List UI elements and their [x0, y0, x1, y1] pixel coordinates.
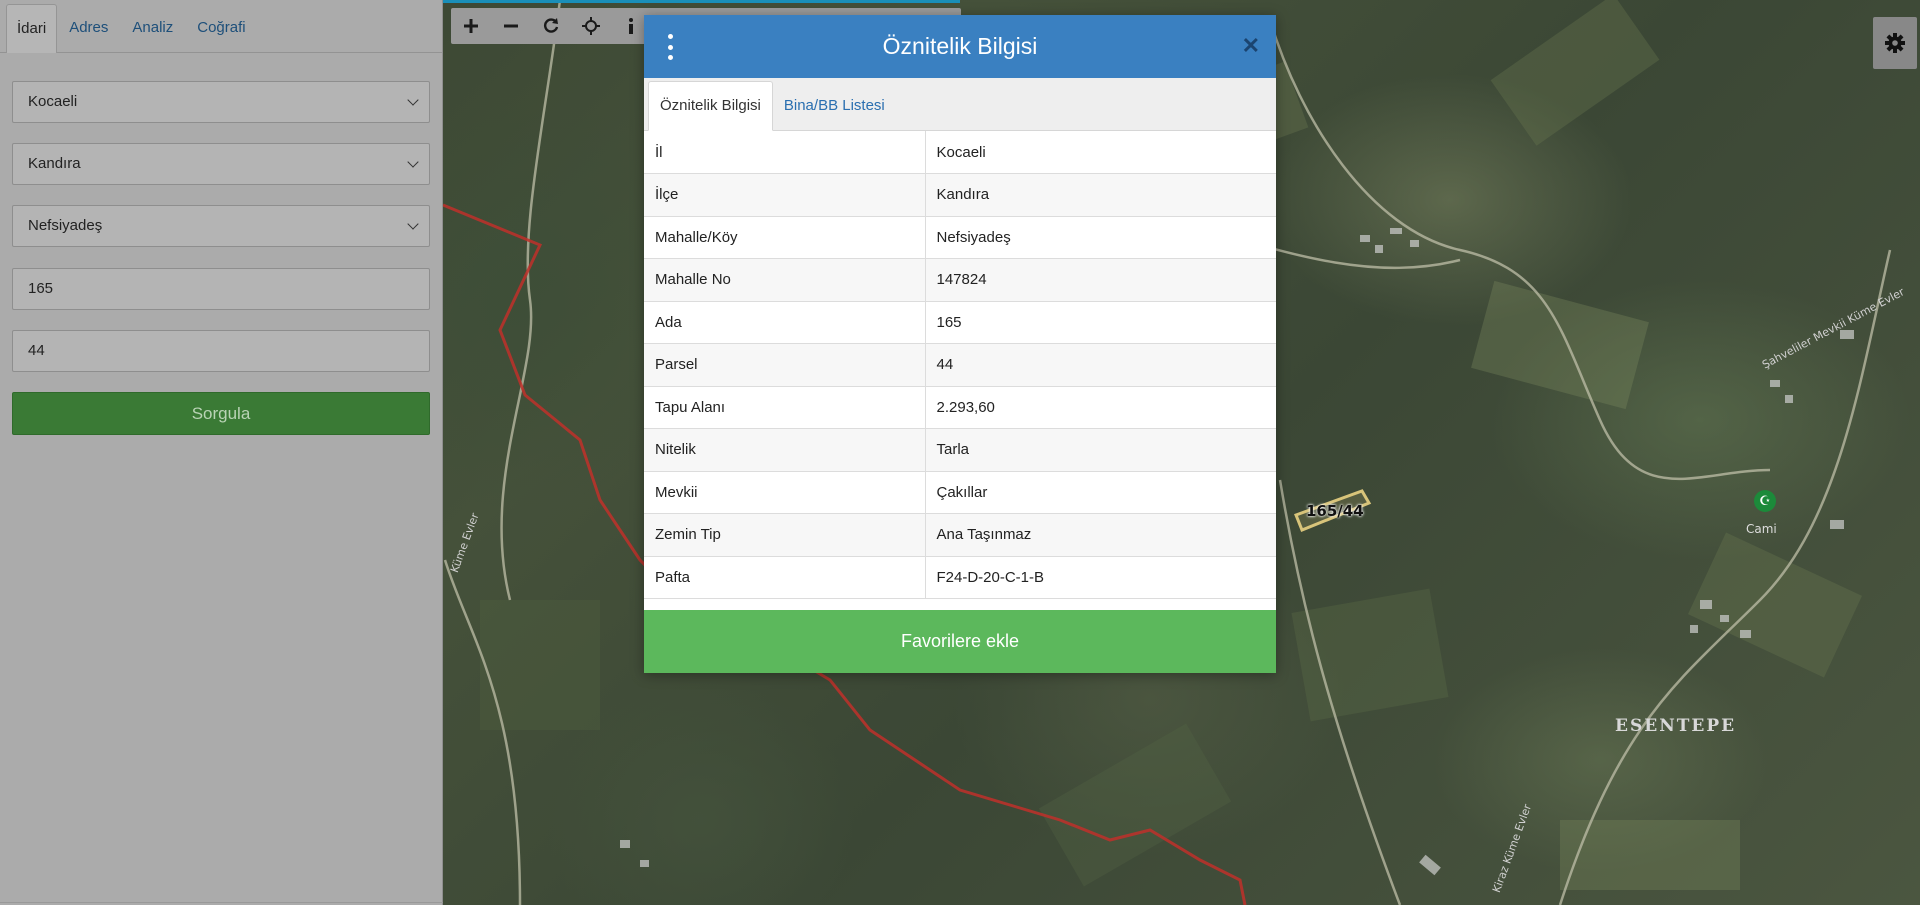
parcel-number-input[interactable]: 44: [12, 330, 430, 372]
attribute-key: İl: [644, 131, 926, 174]
attribute-value: Tarla: [925, 428, 1276, 472]
mosque-map-label: Cami: [1746, 522, 1777, 536]
tab-analiz[interactable]: Analiz: [120, 4, 185, 52]
refresh-button[interactable]: [531, 8, 571, 44]
attribute-value: Nefsiyadeş: [925, 216, 1276, 259]
tab-idari[interactable]: İdari: [6, 4, 58, 53]
close-icon[interactable]: ✕: [1242, 33, 1260, 59]
table-row: Tapu Alanı 2.293,60: [644, 386, 1276, 429]
panel-divider: [0, 902, 443, 903]
attribute-value: 147824: [925, 258, 1276, 302]
plus-icon: [464, 19, 478, 33]
tab-adres[interactable]: Adres: [57, 4, 120, 52]
attribute-info-modal: Öznitelik Bilgisi ✕ Öznitelik Bilgisi Bi…: [644, 15, 1276, 673]
attribute-value: Kocaeli: [925, 131, 1276, 174]
minus-icon: [504, 24, 518, 28]
tab-cografi[interactable]: Coğrafi: [185, 4, 257, 52]
block-number-value: 165: [28, 280, 54, 297]
table-row: Mahalle/Köy Nefsiyadeş: [644, 216, 1276, 259]
province-select-value: Kocaeli: [28, 93, 78, 110]
attribute-value: 165: [925, 301, 1276, 344]
table-row: İl Kocaeli: [644, 131, 1276, 174]
province-select[interactable]: Kocaeli: [12, 81, 430, 123]
attribute-key: Tapu Alanı: [644, 386, 926, 429]
attribute-key: Mevkii: [644, 471, 926, 514]
attribute-key: Ada: [644, 301, 926, 344]
parcel-number-value: 44: [28, 342, 45, 359]
parcel-map-label: 165/44: [1306, 502, 1364, 520]
table-row: Pafta F24-D-20-C-1-B: [644, 556, 1276, 599]
attribute-table: İl Kocaeli İlçe Kandıra Mahalle/Köy Nefs…: [644, 131, 1276, 599]
info-icon: [629, 18, 633, 34]
block-number-input[interactable]: 165: [12, 268, 430, 310]
attribute-key: Pafta: [644, 556, 926, 599]
gear-icon: [1885, 33, 1905, 53]
modal-tabs: Öznitelik Bilgisi Bina/BB Listesi: [644, 78, 1276, 131]
attribute-value: Çakıllar: [925, 471, 1276, 514]
settings-button[interactable]: [1873, 17, 1917, 69]
attribute-key: Zemin Tip: [644, 513, 926, 557]
query-button[interactable]: Sorgula: [12, 392, 430, 435]
attribute-value: Kandıra: [925, 173, 1276, 217]
attribute-key: İlçe: [644, 173, 926, 217]
table-row: Ada 165: [644, 301, 1276, 344]
table-row: Zemin Tip Ana Taşınmaz: [644, 513, 1276, 557]
add-to-favorites-button[interactable]: Favorilere ekle: [644, 610, 1276, 673]
modal-header: Öznitelik Bilgisi ✕: [644, 15, 1276, 78]
attribute-key: Parsel: [644, 343, 926, 387]
district-select[interactable]: Kandıra: [12, 143, 430, 185]
neighborhood-select-value: Nefsiyadeş: [28, 217, 103, 234]
table-row: Nitelik Tarla: [644, 428, 1276, 472]
neighborhood-select[interactable]: Nefsiyadeş: [12, 205, 430, 247]
attribute-value: 44: [925, 343, 1276, 387]
attribute-value: Ana Taşınmaz: [925, 513, 1276, 557]
query-side-panel: İdari Adres Analiz Coğrafi Kocaeli Kandı…: [0, 0, 443, 905]
tab-attribute-info[interactable]: Öznitelik Bilgisi: [648, 81, 773, 131]
attribute-key: Mahalle/Köy: [644, 216, 926, 259]
table-row: İlçe Kandıra: [644, 173, 1276, 217]
district-select-value: Kandıra: [28, 155, 81, 172]
attribute-value: 2.293,60: [925, 386, 1276, 429]
tab-building-list[interactable]: Bina/BB Listesi: [773, 82, 896, 130]
mosque-icon: ☪: [1754, 490, 1776, 512]
table-row: Mahalle No 147824: [644, 258, 1276, 302]
attribute-value: F24-D-20-C-1-B: [925, 556, 1276, 599]
query-tabs: İdari Adres Analiz Coğrafi: [0, 0, 442, 53]
attribute-key: Nitelik: [644, 428, 926, 472]
attribute-key: Mahalle No: [644, 258, 926, 302]
zoom-in-button[interactable]: [451, 8, 491, 44]
modal-title: Öznitelik Bilgisi: [882, 33, 1038, 59]
zoom-out-button[interactable]: [491, 8, 531, 44]
refresh-icon: [544, 18, 559, 33]
locate-icon: [582, 17, 600, 35]
table-row: Parsel 44: [644, 343, 1276, 387]
village-map-label: ESENTEPE: [1615, 716, 1737, 736]
table-row: Mevkii Çakıllar: [644, 471, 1276, 514]
locate-button[interactable]: [571, 8, 611, 44]
